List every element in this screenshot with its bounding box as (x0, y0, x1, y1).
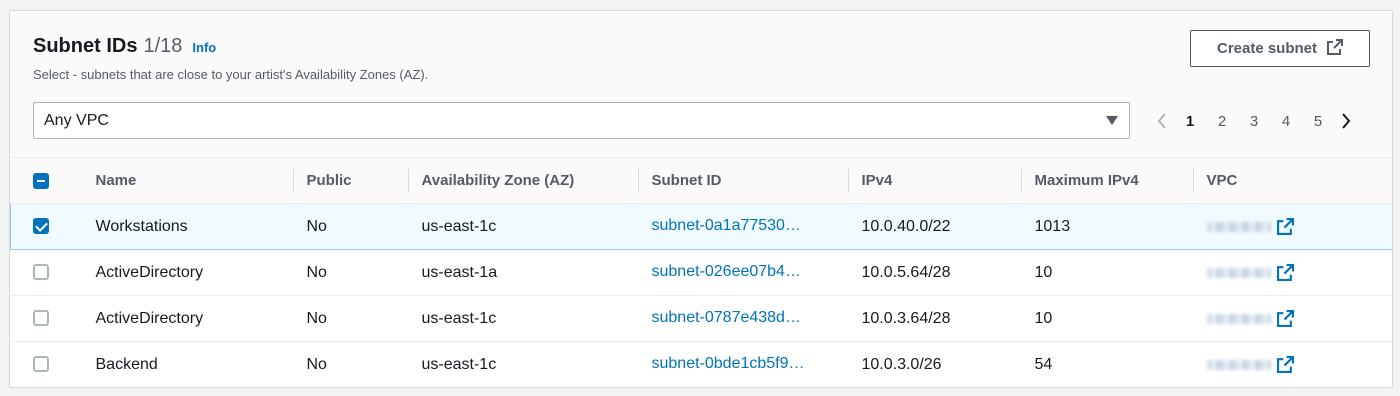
column-header-az[interactable]: Availability Zone (AZ) (407, 157, 638, 204)
column-divider (1192, 169, 1194, 193)
redacted-vpc-id (1206, 313, 1271, 324)
vpc-filter-value: Any VPC (44, 111, 109, 129)
subnet-table: Name Public Availability Zone (AZ) Subne… (10, 157, 1392, 387)
cell-ipv4: 10.0.3.0/26 (847, 341, 1021, 387)
cell-az: us-east-1c (407, 295, 638, 342)
external-link-icon[interactable] (1276, 264, 1294, 281)
chevron-right-icon[interactable] (1334, 110, 1358, 132)
external-link-icon[interactable] (1276, 356, 1294, 373)
table-row[interactable]: ActiveDirectory No us-east-1a subnet-026… (10, 249, 1392, 296)
cell-ipv4: 10.0.40.0/22 (847, 203, 1021, 250)
cell-az: us-east-1c (407, 341, 638, 387)
redacted-vpc-id (1206, 221, 1271, 232)
page-3[interactable]: 3 (1238, 113, 1270, 130)
page-5[interactable]: 5 (1302, 113, 1334, 130)
table-header-row: Name Public Availability Zone (AZ) Subne… (10, 157, 1392, 204)
info-link[interactable]: Info (192, 40, 216, 55)
cell-vpc (1192, 341, 1392, 387)
external-link-icon (1327, 38, 1344, 59)
column-label: Public (306, 172, 352, 189)
cell-max-ipv4: 54 (1020, 341, 1193, 387)
table-row[interactable]: Workstations No us-east-1c subnet-0a1a77… (10, 203, 1392, 250)
row-checkbox[interactable] (32, 310, 49, 327)
external-link-icon[interactable] (1276, 218, 1294, 235)
cell-public: No (292, 295, 408, 342)
create-subnet-label: Create subnet (1216, 40, 1318, 57)
cell-name: ActiveDirectory (81, 295, 293, 342)
row-checkbox[interactable] (33, 218, 49, 235)
cell-az: us-east-1c (407, 203, 638, 250)
column-label: IPv4 (861, 172, 893, 189)
cell-subnet-id: subnet-0a1a77530… (637, 203, 848, 250)
cell-ipv4: 10.0.5.64/28 (847, 249, 1021, 296)
select-all-cell (10, 157, 82, 204)
table-row[interactable]: Backend No us-east-1c subnet-0bde1cb5f9…… (10, 341, 1392, 387)
column-label: VPC (1206, 172, 1238, 189)
column-divider (407, 169, 409, 193)
subnet-id-link[interactable]: subnet-0a1a77530… (652, 217, 801, 235)
cell-az: us-east-1a (407, 249, 638, 296)
column-label: Subnet ID (651, 172, 722, 189)
panel-description: Select - subnets that are close to your … (33, 67, 429, 82)
cell-max-ipv4: 10 (1020, 295, 1193, 342)
cell-vpc (1192, 249, 1392, 296)
redacted-vpc-id (1206, 359, 1271, 370)
row-select-cell (10, 249, 82, 296)
row-checkbox[interactable] (32, 356, 49, 373)
chevron-left-icon[interactable] (1150, 110, 1174, 132)
row-select-cell (10, 203, 82, 250)
column-header-name[interactable]: Name (81, 157, 293, 204)
table-row[interactable]: ActiveDirectory No us-east-1c subnet-078… (10, 295, 1392, 342)
row-checkbox[interactable] (32, 264, 49, 281)
page-2[interactable]: 2 (1206, 113, 1238, 130)
page-4[interactable]: 4 (1270, 113, 1302, 130)
panel-header: Subnet IDs 1/18 Info Select - subnets th… (33, 35, 428, 82)
cell-name: Workstations (81, 203, 293, 250)
row-select-cell (10, 295, 82, 342)
subnet-id-link[interactable]: subnet-026ee07b4… (652, 263, 801, 281)
cell-name: ActiveDirectory (81, 249, 293, 296)
subnet-id-link[interactable]: subnet-0bde1cb5f9… (652, 355, 805, 373)
create-subnet-button[interactable]: Create subnet (1190, 30, 1370, 67)
external-link-icon[interactable] (1276, 310, 1294, 327)
row-select-cell (10, 341, 82, 387)
page-1[interactable]: 1 (1174, 113, 1206, 130)
cell-ipv4: 10.0.3.64/28 (847, 295, 1021, 342)
cell-vpc (1192, 203, 1392, 250)
column-header-public[interactable]: Public (292, 157, 408, 204)
cell-max-ipv4: 1013 (1020, 203, 1193, 250)
column-label: Name (95, 172, 137, 189)
caret-down-icon (1106, 116, 1118, 125)
subnet-id-link[interactable]: subnet-0787e438d… (652, 309, 801, 327)
column-header-max-ipv4[interactable]: Maximum IPv4 (1020, 157, 1193, 204)
column-header-ipv4[interactable]: IPv4 (847, 157, 1021, 204)
column-label: Maximum IPv4 (1034, 172, 1139, 189)
selection-counter: 1/18 (143, 35, 183, 57)
select-all-checkbox[interactable] (32, 173, 49, 190)
column-header-vpc[interactable]: VPC (1192, 157, 1392, 204)
column-label: Availability Zone (AZ) (421, 172, 575, 189)
cell-max-ipv4: 10 (1020, 249, 1193, 296)
cell-vpc (1192, 295, 1392, 342)
page-title: Subnet IDs (33, 35, 138, 57)
column-divider (292, 169, 294, 193)
cell-subnet-id: subnet-0bde1cb5f9… (637, 341, 848, 387)
vpc-filter-select[interactable]: Any VPC (33, 102, 1130, 139)
cell-name: Backend (81, 341, 293, 387)
cell-subnet-id: subnet-0787e438d… (637, 295, 848, 342)
redacted-vpc-id (1206, 267, 1271, 278)
cell-public: No (292, 203, 408, 250)
subnet-selection-panel: Subnet IDs 1/18 Info Select - subnets th… (9, 10, 1393, 388)
pagination: 1 2 3 4 5 (1150, 110, 1358, 132)
column-divider (637, 169, 639, 193)
cell-public: No (292, 249, 408, 296)
title-row: Subnet IDs 1/18 Info (33, 35, 428, 58)
column-header-subnet-id[interactable]: Subnet ID (637, 157, 848, 204)
cell-subnet-id: subnet-026ee07b4… (637, 249, 848, 296)
cell-public: No (292, 341, 408, 387)
column-divider (847, 169, 849, 193)
column-divider (1020, 169, 1022, 193)
